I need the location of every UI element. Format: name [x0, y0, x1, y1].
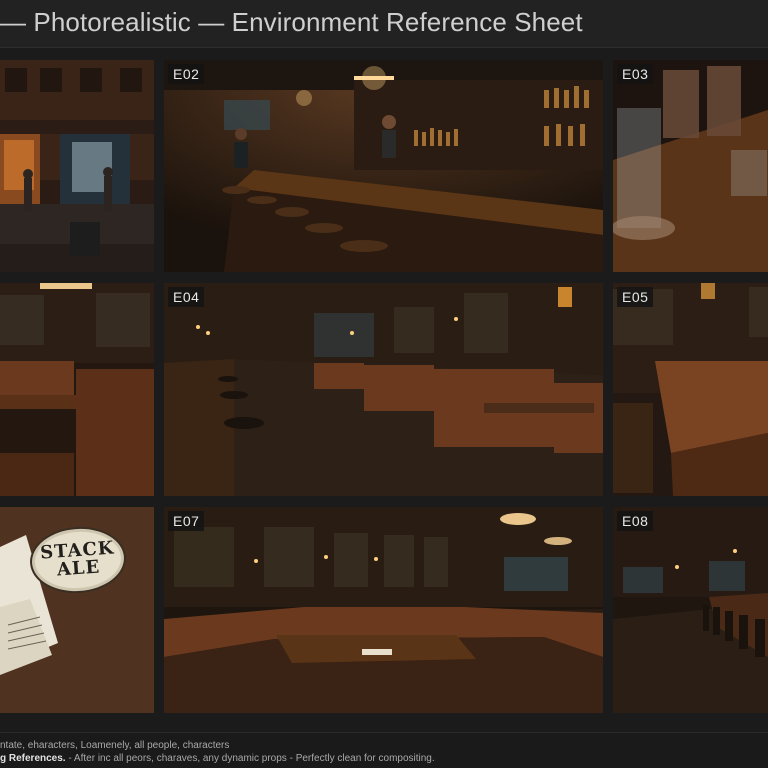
tile-e06-booth-corner[interactable]	[0, 283, 154, 496]
glasses-closeup-image	[613, 60, 768, 272]
footer-note-body: - After inc all peors, charaves, any dyn…	[65, 753, 435, 764]
tile-label: E02	[168, 64, 205, 84]
single-booth-image	[613, 283, 768, 496]
tile-label: E08	[617, 511, 654, 531]
tile-label: E07	[168, 511, 205, 531]
tile-label: E05	[617, 287, 654, 307]
tile-e07-u-booth[interactable]: E07	[164, 507, 603, 713]
long-bar-image	[613, 507, 768, 713]
tile-e05-single-booth[interactable]: E05	[613, 283, 768, 496]
footer-note-heading: g References.	[0, 753, 66, 764]
tile-label: E04	[168, 287, 205, 307]
street-exterior-image	[0, 60, 154, 272]
tile-e03-glasses-closeup[interactable]: E03	[613, 60, 768, 272]
bar-counter-image	[164, 60, 603, 272]
booth-corner-image	[0, 283, 154, 496]
footer-note-line2: g References. - After inc all peors, cha…	[0, 753, 435, 764]
u-booth-image	[164, 507, 603, 713]
tile-e02-bar-counter[interactable]: E02	[164, 60, 603, 272]
reference-grid: E02 E03 E04 E05 STACK ALE E07 E08	[0, 0, 768, 768]
tile-e08-long-bar[interactable]: E08	[613, 507, 768, 713]
tile-e04-booth-row[interactable]: E04	[164, 283, 603, 496]
booth-row-image	[164, 283, 603, 496]
coaster-text-line2: ALE	[56, 556, 101, 581]
tile-e09-coaster-closeup[interactable]: STACK ALE	[0, 507, 154, 713]
footer-notes: ntate, eharacters, Loamenely, all people…	[0, 732, 768, 768]
footer-note-line1: ntate, eharacters, Loamenely, all people…	[0, 740, 230, 751]
tile-label: E03	[617, 64, 654, 84]
tile-e01-street-exterior[interactable]	[0, 60, 154, 272]
